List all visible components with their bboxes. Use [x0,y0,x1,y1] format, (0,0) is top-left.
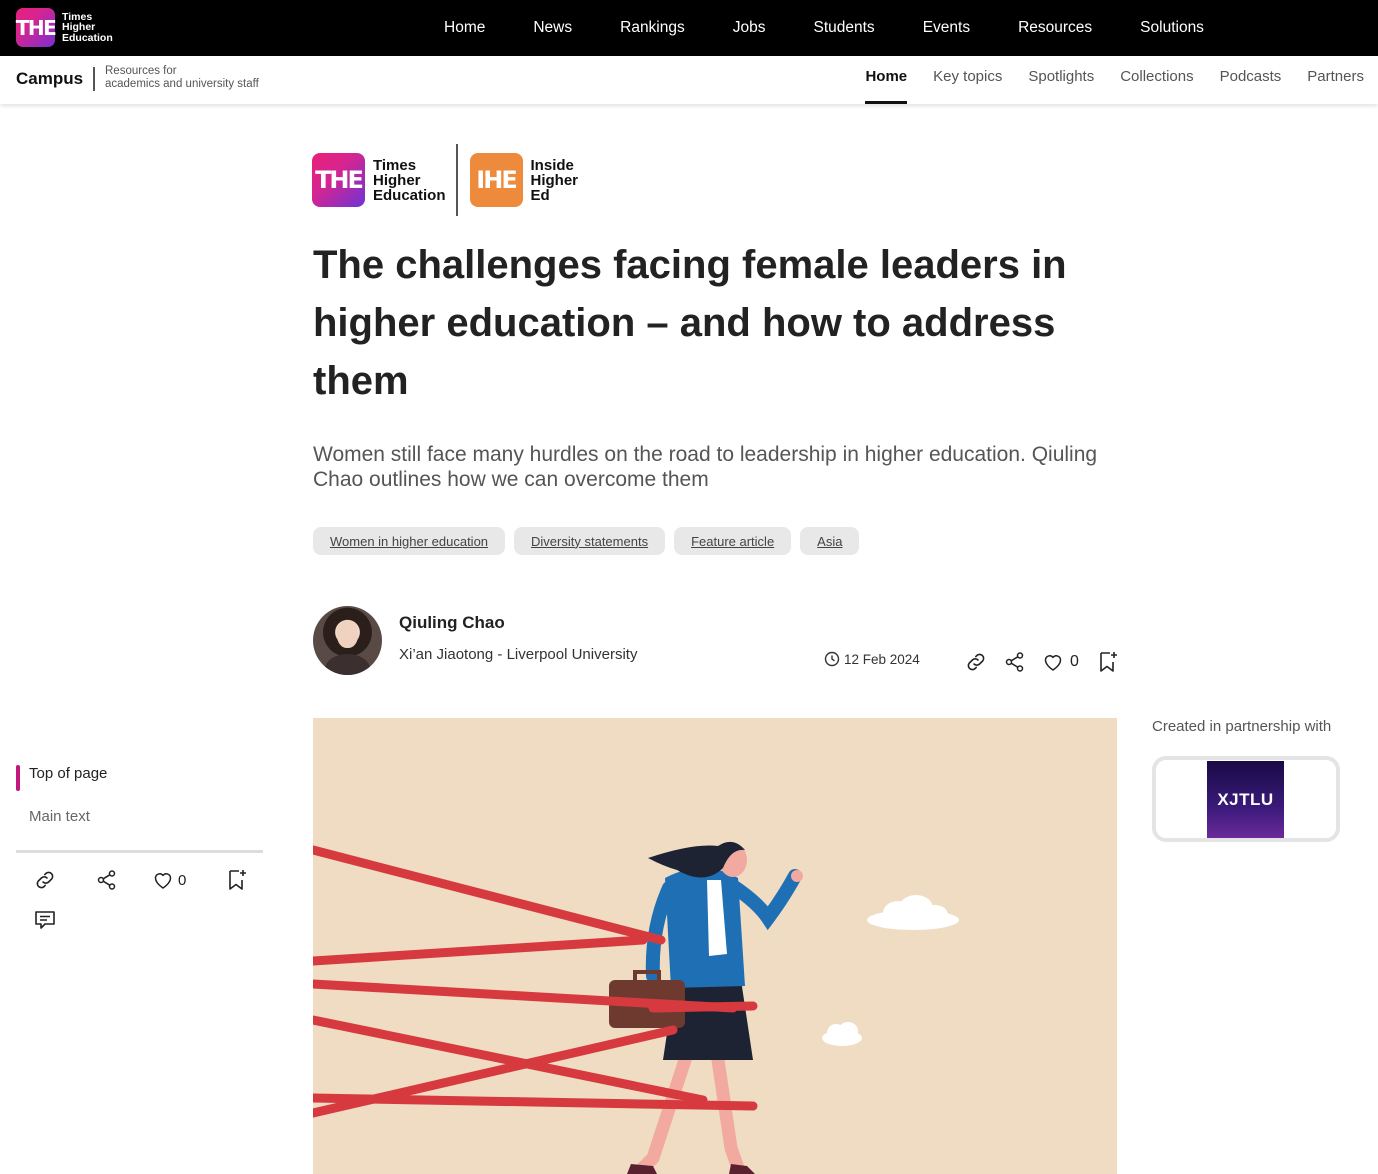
campus-tagline: Resources for academics and university s… [105,65,259,91]
tag-women-in-higher-education[interactable]: Women in higher education [313,527,506,555]
nav-news[interactable]: News [533,19,572,37]
article-tags: Women in higher education Diversity stat… [313,527,868,555]
nav-solutions[interactable]: Solutions [1140,19,1204,37]
logo-divider [455,144,458,216]
campus-brand[interactable]: Campus [16,69,83,89]
toc-divider [16,850,263,853]
the-cobrand-words: Times Higher Education [373,158,446,203]
tagline-line: academics and university staff [105,78,259,90]
hero-illustration [313,718,1117,1174]
tag-feature-article[interactable]: Feature article [674,527,792,555]
subnav-podcasts[interactable]: Podcasts [1220,56,1282,104]
nav-events[interactable]: Events [923,19,970,37]
nav-jobs[interactable]: Jobs [733,19,766,37]
article-actions: 0 [964,650,1119,674]
woman-breaking-ribbons-illustration [313,841,959,1174]
link-icon [36,871,54,889]
share-icon [1005,652,1024,672]
subnav-spotlights[interactable]: Spotlights [1028,56,1094,104]
avatar-body [325,654,370,675]
sidebar-like-count: 0 [178,871,187,889]
ihe-cobrand-words: Inside Higher Ed [531,158,579,203]
the-logo-words: Times Higher Education [62,12,113,44]
divider [93,67,95,91]
bookmark-icon [229,870,246,890]
like-button[interactable]: 0 [1042,651,1079,673]
heart-icon [1044,655,1062,671]
nav-students[interactable]: Students [814,19,875,37]
the-cobrand-mark: THE [312,153,365,207]
copy-link-button[interactable] [964,650,988,674]
publish-date: 12 Feb 2024 [824,651,920,667]
logo-word: Times [373,156,417,174]
sidebar-share-button[interactable] [96,869,118,891]
clock-icon [824,651,840,667]
tag-diversity-statements[interactable]: Diversity statements [514,527,666,555]
sidebar-comments-button[interactable] [33,908,57,932]
subnav-collections[interactable]: Collections [1120,56,1193,104]
logo-word: Inside [530,156,574,174]
xjtlu-logo: XJTLU [1207,761,1284,838]
sidebar-copy-link-button[interactable] [33,868,57,892]
share-button[interactable] [1004,651,1026,673]
logo-word: Higher [530,171,579,189]
article-standfirst: Women still face many hurdles on the roa… [313,443,1098,491]
main-nav: Home News Rankings Jobs Students Events … [444,0,1252,56]
campus-nav: Home Key topics Spotlights Collections P… [839,56,1364,104]
partner-card[interactable]: XJTLU [1152,756,1340,842]
toc-active-indicator [16,765,20,791]
tag-asia[interactable]: Asia [800,527,860,555]
top-navigation-bar: THE Times Higher Education Home News Ran… [0,0,1378,56]
subnav-key-topics[interactable]: Key topics [933,56,1002,104]
ihe-cobrand-mark: IHE [469,153,523,207]
author-institution: Xi’an Jiaotong - Liverpool University [399,646,638,663]
the-logo[interactable]: THE Times Higher Education [16,8,113,47]
nav-resources[interactable]: Resources [1018,19,1092,37]
share-icon [97,870,116,890]
bookmark-button[interactable] [1097,650,1119,674]
logo-word: Ed [530,186,550,204]
subnav-partners[interactable]: Partners [1307,56,1364,104]
toc-main-text[interactable]: Main text [29,808,90,825]
article-headline: The challenges facing female leaders in … [313,243,1067,403]
logo-word: Higher [373,171,421,189]
the-logo-mark: THE [16,8,57,47]
nav-home[interactable]: Home [444,19,485,37]
subnav-home[interactable]: Home [865,56,907,104]
tagline-line: Resources for [105,65,177,77]
partnership-label: Created in partnership with [1152,718,1332,735]
logo-word: Education [373,186,446,204]
bookmark-icon [1100,652,1117,672]
cobrand-logos: THE Times Higher Education IHE Inside Hi… [312,144,578,216]
avatar-face [337,620,358,648]
date-text: 12 Feb 2024 [844,651,920,667]
author-name[interactable]: Qiuling Chao [399,613,505,633]
like-count: 0 [1070,653,1079,670]
campus-subnav-bar: Campus Resources for academics and unive… [0,56,1378,104]
sidebar-bookmark-button[interactable] [226,868,248,892]
comment-icon [35,911,55,929]
nav-rankings[interactable]: Rankings [620,19,685,37]
toc-top-of-page[interactable]: Top of page [29,765,107,782]
link-icon [967,653,985,671]
logo-word: Education [62,31,113,44]
author-avatar[interactable] [313,606,382,675]
heart-icon [154,873,172,889]
sidebar-like-button[interactable]: 0 [152,869,186,891]
